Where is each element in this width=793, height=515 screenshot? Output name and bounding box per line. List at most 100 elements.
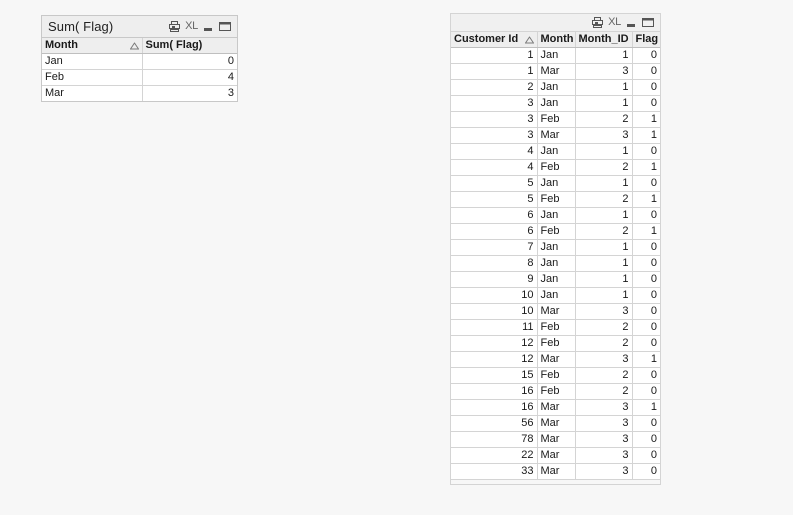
cell-month-id[interactable]: 2: [574, 383, 633, 400]
cell-flag[interactable]: 0: [631, 271, 660, 288]
cell-month[interactable]: Feb: [536, 319, 576, 336]
print-icon[interactable]: [592, 17, 604, 28]
cell-month[interactable]: Jan: [536, 175, 576, 192]
cell-month[interactable]: Mar: [536, 447, 576, 464]
cell-flag[interactable]: 0: [631, 175, 660, 192]
cell-flag[interactable]: 0: [631, 79, 660, 96]
cell-flag[interactable]: 0: [631, 255, 660, 272]
cell-month[interactable]: Feb: [536, 111, 576, 128]
tablebox-header-customer-id[interactable]: Customer Id: [451, 32, 538, 48]
table-row[interactable]: 78 Mar 3 0: [451, 431, 660, 448]
table-row[interactable]: 11 Feb 2 0: [451, 319, 660, 336]
cell-customer-id[interactable]: 12: [451, 351, 538, 368]
cell-month[interactable]: Mar: [42, 85, 143, 101]
export-excel-icon[interactable]: XL: [608, 17, 621, 28]
table-row[interactable]: 1 Mar 3 0: [451, 63, 660, 80]
cell-month-id[interactable]: 3: [574, 431, 633, 448]
cell-flag[interactable]: 1: [631, 191, 660, 208]
cell-sum-flag[interactable]: 0: [141, 53, 237, 70]
chart-caption-bar[interactable]: Sum( Flag) XL: [42, 16, 237, 38]
cell-customer-id[interactable]: 1: [451, 47, 538, 64]
maximize-icon[interactable]: [219, 21, 231, 32]
table-row[interactable]: 22 Mar 3 0: [451, 447, 660, 464]
tablebox-caption-bar[interactable]: XL: [451, 14, 660, 31]
print-icon[interactable]: [169, 21, 181, 32]
cell-flag[interactable]: 1: [631, 223, 660, 240]
cell-month[interactable]: Mar: [536, 351, 576, 368]
cell-month-id[interactable]: 2: [574, 319, 633, 336]
table-row[interactable]: 8 Jan 1 0: [451, 255, 660, 272]
cell-customer-id[interactable]: 10: [451, 303, 538, 320]
cell-customer-id[interactable]: 12: [451, 335, 538, 352]
table-row[interactable]: 4 Jan 1 0: [451, 143, 660, 160]
cell-month-id[interactable]: 2: [574, 335, 633, 352]
cell-customer-id[interactable]: 22: [451, 447, 538, 464]
cell-month[interactable]: Jan: [536, 207, 576, 224]
cell-customer-id[interactable]: 3: [451, 127, 538, 144]
table-row[interactable]: 15 Feb 2 0: [451, 367, 660, 384]
cell-month[interactable]: Jan: [536, 255, 576, 272]
cell-flag[interactable]: 0: [631, 143, 660, 160]
cell-month[interactable]: Jan: [536, 95, 576, 112]
cell-customer-id[interactable]: 16: [451, 399, 538, 416]
cell-customer-id[interactable]: 9: [451, 271, 538, 288]
cell-month-id[interactable]: 1: [574, 175, 633, 192]
cell-month-id[interactable]: 1: [574, 79, 633, 96]
cell-month-id[interactable]: 2: [574, 367, 633, 384]
table-row[interactable]: 5 Jan 1 0: [451, 175, 660, 192]
cell-flag[interactable]: 0: [631, 303, 660, 320]
tablebox-source-window[interactable]: XL Customer Id Month Month_ID Flag 1 Jan…: [450, 13, 661, 485]
table-row[interactable]: 3 Jan 1 0: [451, 95, 660, 112]
minimize-icon[interactable]: [203, 21, 214, 32]
cell-flag[interactable]: 0: [631, 287, 660, 304]
cell-month[interactable]: Mar: [536, 463, 576, 480]
cell-flag[interactable]: 0: [631, 447, 660, 464]
cell-month-id[interactable]: 1: [574, 271, 633, 288]
cell-customer-id[interactable]: 10: [451, 287, 538, 304]
table-row[interactable]: 10 Jan 1 0: [451, 287, 660, 304]
cell-flag[interactable]: 0: [631, 319, 660, 336]
table-row[interactable]: Feb 4: [42, 69, 237, 86]
cell-month[interactable]: Feb: [536, 191, 576, 208]
table-row[interactable]: 33 Mar 3 0: [451, 463, 660, 480]
cell-month-id[interactable]: 2: [574, 223, 633, 240]
cell-month-id[interactable]: 3: [574, 63, 633, 80]
cell-customer-id[interactable]: 4: [451, 143, 538, 160]
cell-sum-flag[interactable]: 4: [141, 69, 237, 86]
cell-flag[interactable]: 0: [631, 95, 660, 112]
minimize-icon[interactable]: [626, 17, 637, 28]
cell-month[interactable]: Feb: [536, 367, 576, 384]
cell-customer-id[interactable]: 7: [451, 239, 538, 256]
cell-customer-id[interactable]: 4: [451, 159, 538, 176]
cell-flag[interactable]: 1: [631, 351, 660, 368]
tablebox-header-month-id[interactable]: Month_ID: [574, 32, 633, 48]
cell-month-id[interactable]: 1: [574, 95, 633, 112]
cell-month-id[interactable]: 1: [574, 47, 633, 64]
table-row[interactable]: 3 Mar 3 1: [451, 127, 660, 144]
cell-customer-id[interactable]: 33: [451, 463, 538, 480]
cell-month[interactable]: Jan: [536, 239, 576, 256]
cell-customer-id[interactable]: 11: [451, 319, 538, 336]
cell-customer-id[interactable]: 8: [451, 255, 538, 272]
cell-customer-id[interactable]: 3: [451, 111, 538, 128]
cell-month-id[interactable]: 3: [574, 399, 633, 416]
export-excel-icon[interactable]: XL: [185, 21, 198, 32]
cell-month-id[interactable]: 2: [574, 111, 633, 128]
chart-sum-flag-window[interactable]: Sum( Flag) XL Month Sum(Flag) Jan 0 Feb…: [41, 15, 238, 102]
cell-month[interactable]: Jan: [536, 79, 576, 96]
cell-month-id[interactable]: 3: [574, 415, 633, 432]
tablebox-header-month[interactable]: Month: [536, 32, 576, 48]
cell-flag[interactable]: 0: [631, 63, 660, 80]
table-row[interactable]: 16 Feb 2 0: [451, 383, 660, 400]
cell-month-id[interactable]: 1: [574, 255, 633, 272]
cell-flag[interactable]: 0: [631, 47, 660, 64]
table-row[interactable]: 16 Mar 3 1: [451, 399, 660, 416]
cell-flag[interactable]: 0: [631, 415, 660, 432]
cell-customer-id[interactable]: 5: [451, 175, 538, 192]
cell-month[interactable]: Feb: [536, 159, 576, 176]
cell-customer-id[interactable]: 56: [451, 415, 538, 432]
table-row[interactable]: 2 Jan 1 0: [451, 79, 660, 96]
cell-month[interactable]: Jan: [536, 143, 576, 160]
table-row[interactable]: 3 Feb 2 1: [451, 111, 660, 128]
cell-customer-id[interactable]: 3: [451, 95, 538, 112]
